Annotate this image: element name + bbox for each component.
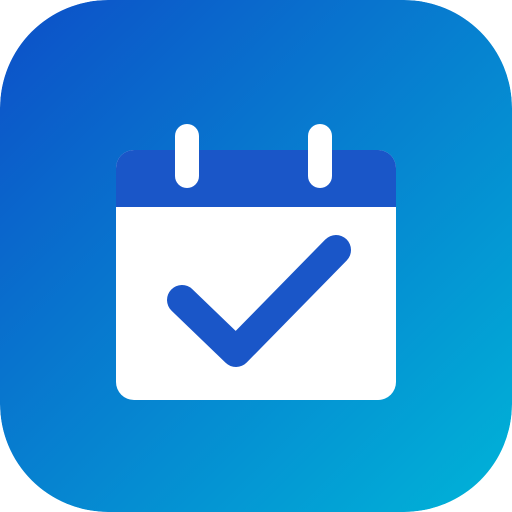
calendar-ring-left: [175, 124, 199, 188]
calendar-check-icon: [0, 0, 512, 512]
calendar-header: [116, 150, 396, 207]
app-icon[interactable]: [0, 0, 512, 512]
calendar-ring-right: [308, 124, 332, 188]
